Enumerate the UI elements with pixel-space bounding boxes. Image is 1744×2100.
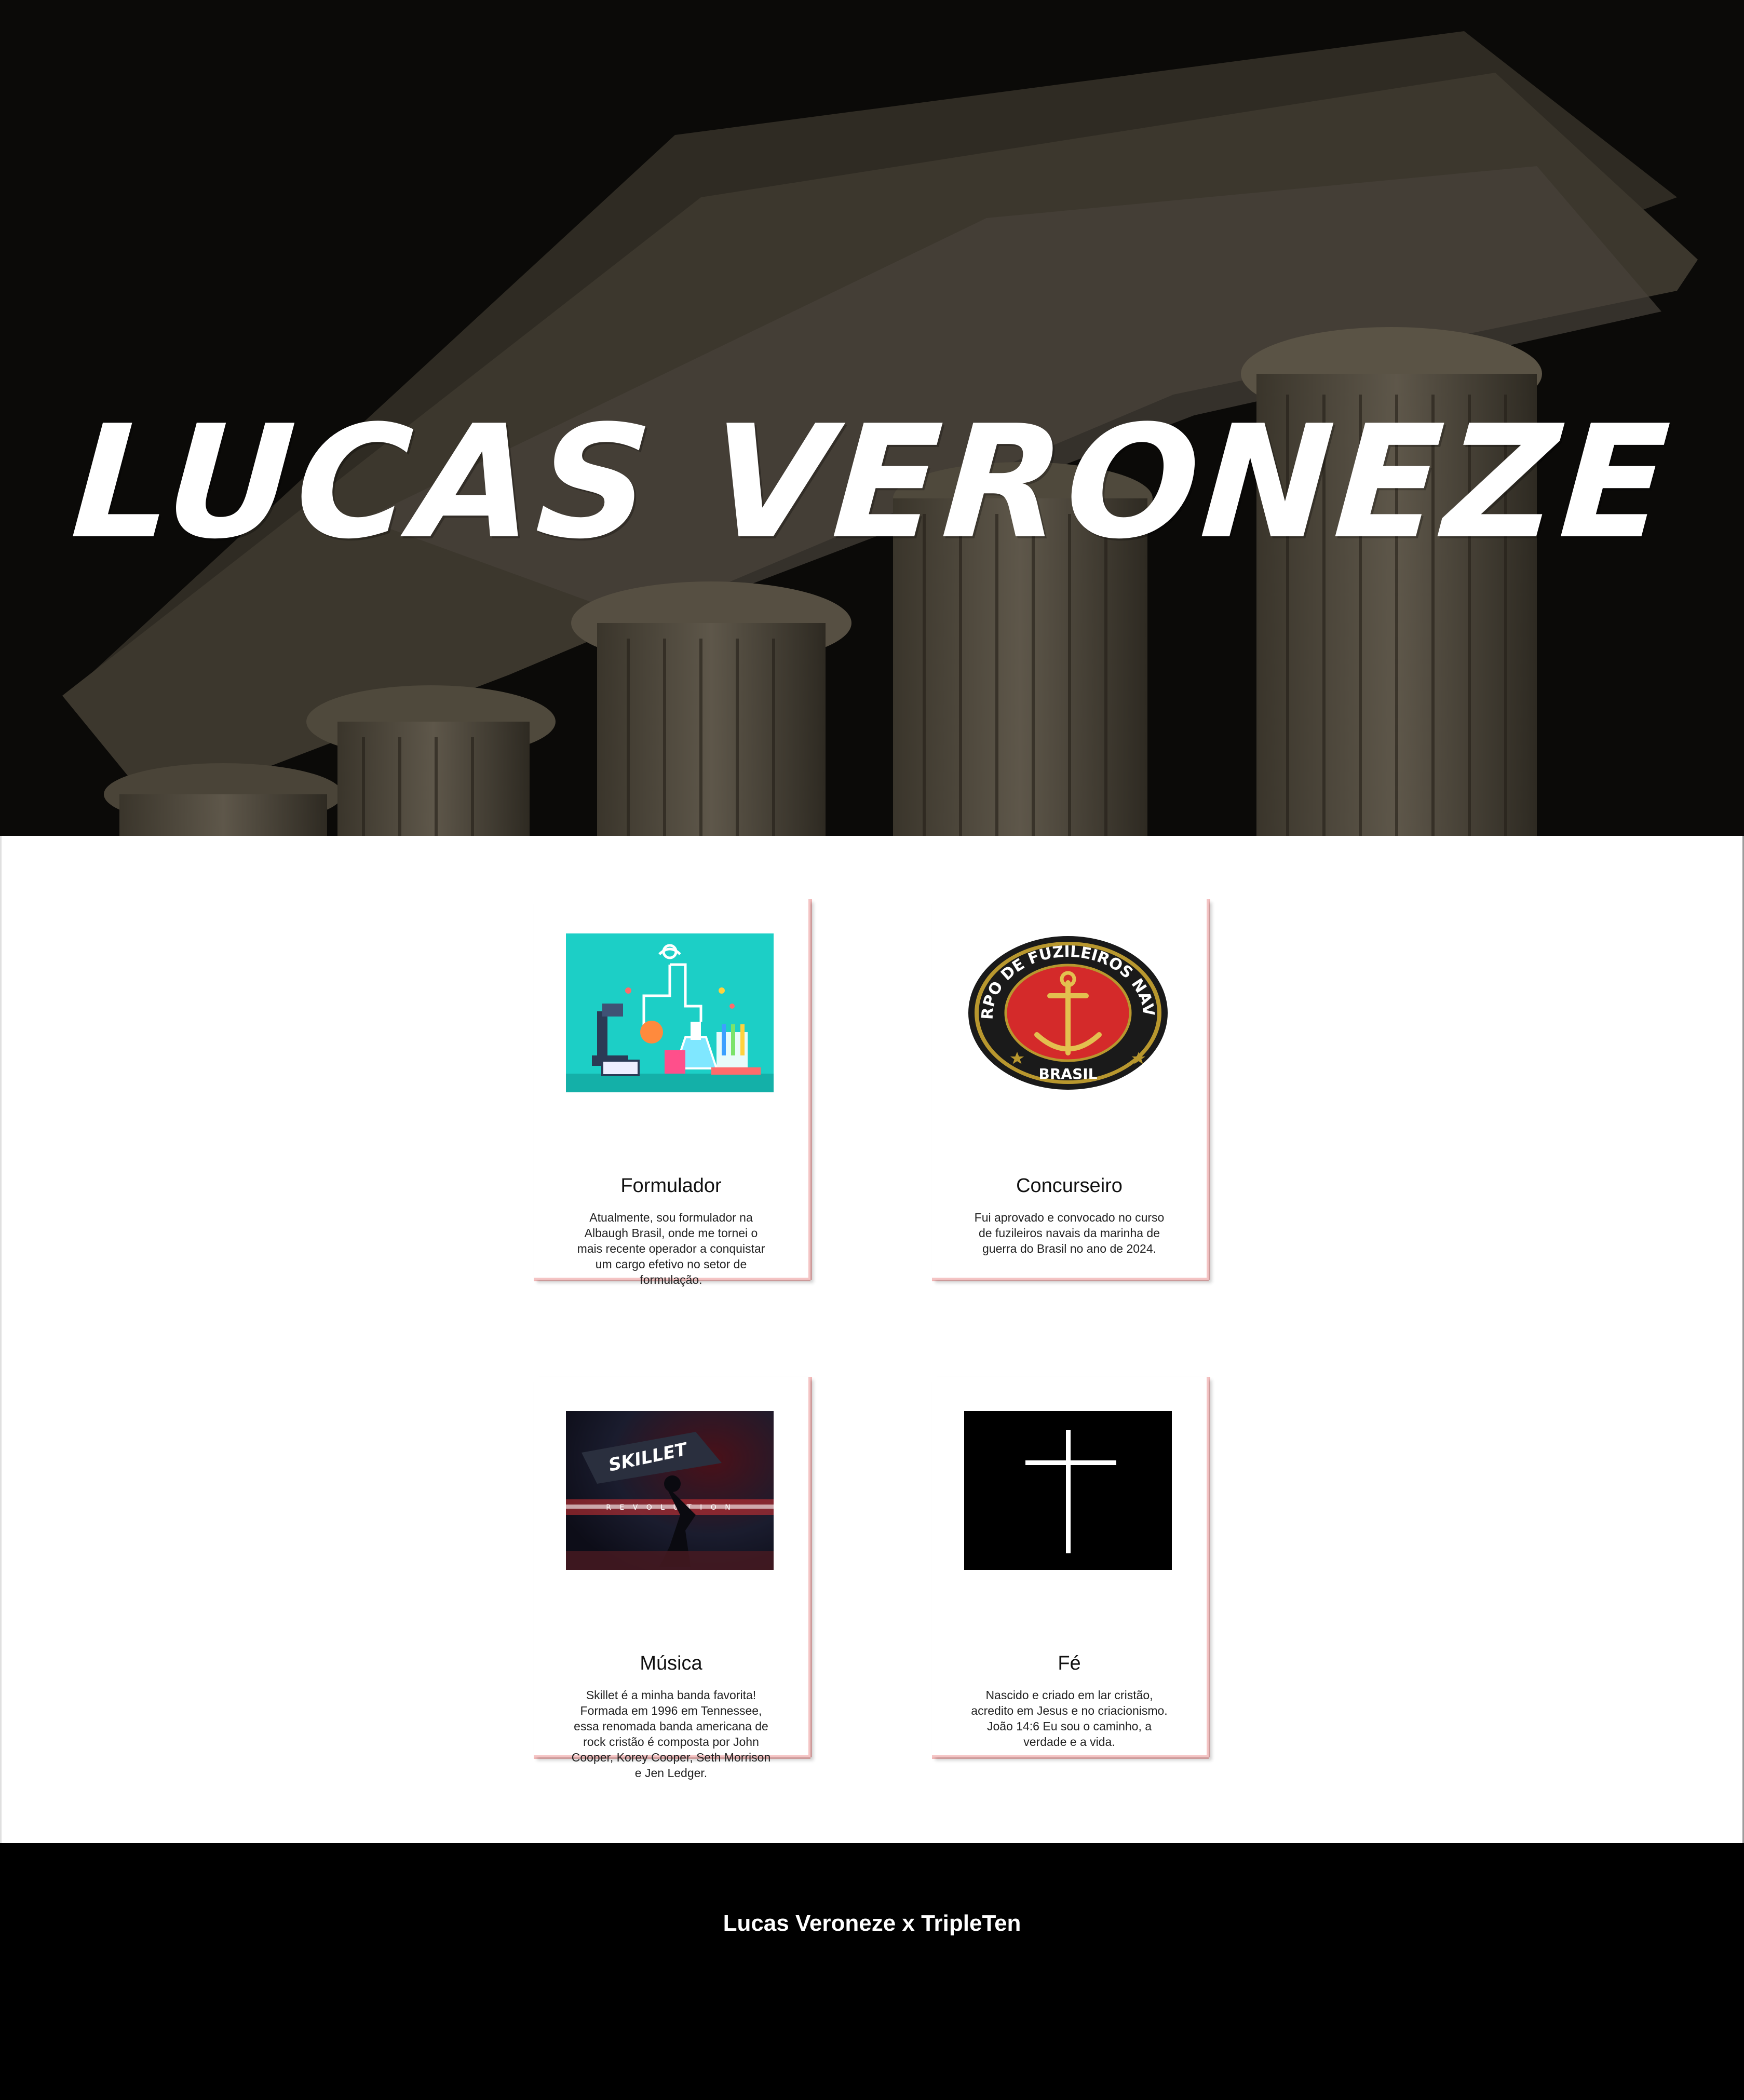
card-text: Skillet é a minha banda favorita! Formad…	[571, 1688, 771, 1780]
card-fe: Fé Nascido e criado em lar cristão, acre…	[932, 1377, 1209, 1757]
laboratory-illustration-icon	[566, 933, 774, 1092]
card-title: Música	[640, 1652, 702, 1674]
card-text: Fui aprovado e convocado no curso de fuz…	[974, 1211, 1165, 1255]
footer-credit: Lucas Veroneze x TripleTen	[723, 1911, 1021, 1936]
skillet-album-cover-icon: SKILLET R E V O L U T I O N	[566, 1411, 774, 1570]
card-formulador: Formulador Atualmente, sou formulador na…	[534, 899, 810, 1286]
card-title: Fé	[1058, 1652, 1081, 1674]
card-title: Concurseiro	[1016, 1175, 1123, 1197]
card-musica: SKILLET R E V O L U T I O N Música Skill…	[534, 1377, 810, 1780]
hero-title: LUCAS VERONEZE	[66, 392, 1678, 573]
svg-text:BRASIL: BRASIL	[1039, 1065, 1098, 1082]
fuzileiros-navais-emblem-icon: CORPO DE FUZILEIROS NAVAIS BRASIL	[964, 933, 1172, 1092]
hero-section: LUCAS VERONEZE	[0, 0, 1744, 836]
cards-section: Formulador Atualmente, sou formulador na…	[0, 836, 1744, 1843]
cross-icon	[964, 1411, 1172, 1570]
card-text: Atualmente, sou formulador na Albaugh Br…	[577, 1211, 765, 1286]
svg-text:R E V O L U T I O N: R E V O L U T I O N	[606, 1503, 733, 1512]
card-title: Formulador	[620, 1175, 722, 1197]
card-text: Nascido e criado em lar cristão, acredit…	[971, 1688, 1168, 1749]
footer: Lucas Veroneze x TripleTen	[0, 1843, 1744, 2100]
card-concurseiro: CORPO DE FUZILEIROS NAVAIS BRASIL Concur…	[932, 899, 1209, 1280]
